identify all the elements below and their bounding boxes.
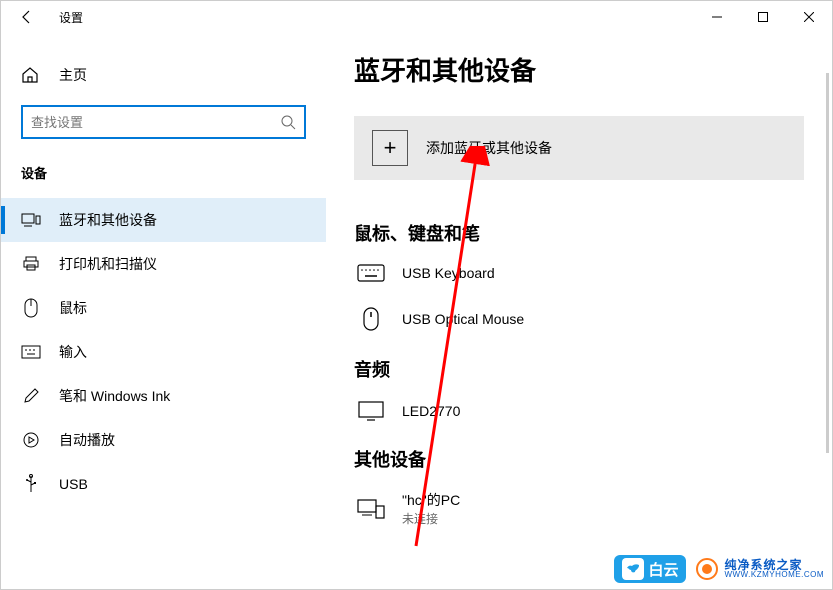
minimize-icon [712, 12, 722, 22]
sidebar-item-bluetooth[interactable]: 蓝牙和其他设备 [1, 198, 326, 242]
watermark-url: WWW.KZMYHOME.COM [724, 571, 824, 579]
sidebar-item-label: 蓝牙和其他设备 [59, 210, 157, 230]
arrow-left-icon [19, 9, 35, 25]
usb-icon [21, 474, 41, 494]
add-device-button[interactable]: + 添加蓝牙或其他设备 [354, 116, 804, 180]
section-audio-title: 音频 [354, 356, 804, 382]
devices-icon [21, 212, 41, 228]
bird-icon [622, 558, 644, 580]
watermarks: 白云 纯净系统之家 WWW.KZMYHOME.COM [614, 555, 824, 583]
home-label: 主页 [59, 65, 87, 85]
printer-icon [21, 255, 41, 273]
settings-window: 设置 主页 [0, 0, 833, 590]
home-nav[interactable]: 主页 [1, 57, 326, 93]
watermark-baiyun-text: 白云 [648, 559, 678, 580]
sidebar: 主页 设备 蓝牙和其他设备 打印机和扫描仪 [1, 33, 326, 589]
plus-icon: + [372, 130, 408, 166]
sidebar-item-label: 笔和 Windows Ink [59, 386, 170, 406]
sidebar-item-autoplay[interactable]: 自动播放 [1, 418, 326, 462]
sidebar-item-mouse[interactable]: 鼠标 [1, 286, 326, 330]
device-name: USB Optical Mouse [402, 311, 524, 327]
sidebar-item-pen[interactable]: 笔和 Windows Ink [1, 374, 326, 418]
add-device-label: 添加蓝牙或其他设备 [426, 138, 552, 158]
sidebar-item-typing[interactable]: 输入 [1, 330, 326, 374]
mouse-device-icon [354, 306, 388, 332]
watermark-baiyun: 白云 [614, 555, 686, 583]
devices-other-icon [354, 498, 388, 520]
minimize-button[interactable] [694, 1, 740, 33]
autoplay-icon [21, 431, 41, 449]
sidebar-item-printers[interactable]: 打印机和扫描仪 [1, 242, 326, 286]
window-title: 设置 [59, 9, 83, 26]
scrollbar[interactable] [826, 73, 829, 453]
search-input[interactable] [31, 115, 280, 130]
device-name: "hc"的PC [402, 490, 460, 510]
sidebar-item-label: 输入 [59, 342, 87, 362]
keyboard-device-icon [354, 264, 388, 282]
device-status: 未连接 [402, 510, 460, 527]
sidebar-item-label: USB [59, 476, 88, 492]
sidebar-item-label: 自动播放 [59, 430, 115, 450]
pen-icon [21, 387, 41, 405]
device-name: LED2770 [402, 403, 460, 419]
device-name: USB Keyboard [402, 265, 495, 281]
titlebar: 设置 [1, 1, 832, 33]
sidebar-section-heading: 设备 [1, 155, 326, 198]
page-title: 蓝牙和其他设备 [354, 51, 804, 88]
search-box[interactable] [21, 105, 306, 139]
search-icon [280, 114, 296, 130]
keyboard-icon [21, 345, 41, 359]
monitor-icon [354, 400, 388, 422]
maximize-icon [758, 12, 768, 22]
sidebar-item-usb[interactable]: USB [1, 462, 326, 506]
home-icon [21, 66, 41, 84]
sidebar-item-label: 打印机和扫描仪 [59, 254, 157, 274]
device-monitor[interactable]: LED2770 [354, 400, 804, 422]
device-mouse[interactable]: USB Optical Mouse [354, 306, 804, 332]
content-area: 主页 设备 蓝牙和其他设备 打印机和扫描仪 [1, 33, 832, 589]
watermark-kzmyhome: 纯净系统之家 WWW.KZMYHOME.COM [696, 558, 824, 580]
device-keyboard[interactable]: USB Keyboard [354, 264, 804, 282]
window-controls [694, 1, 832, 33]
maximize-button[interactable] [740, 1, 786, 33]
watermark-logo-icon [696, 558, 718, 580]
sidebar-item-label: 鼠标 [59, 298, 87, 318]
main-panel: 蓝牙和其他设备 + 添加蓝牙或其他设备 鼠标、键盘和笔 USB Keyboard… [326, 33, 832, 589]
close-button[interactable] [786, 1, 832, 33]
mouse-icon [21, 298, 41, 318]
back-button[interactable] [15, 5, 39, 29]
device-other-pc[interactable]: "hc"的PC 未连接 [354, 490, 804, 527]
section-input-title: 鼠标、键盘和笔 [354, 220, 804, 246]
close-icon [804, 12, 814, 22]
section-other-title: 其他设备 [354, 446, 804, 472]
